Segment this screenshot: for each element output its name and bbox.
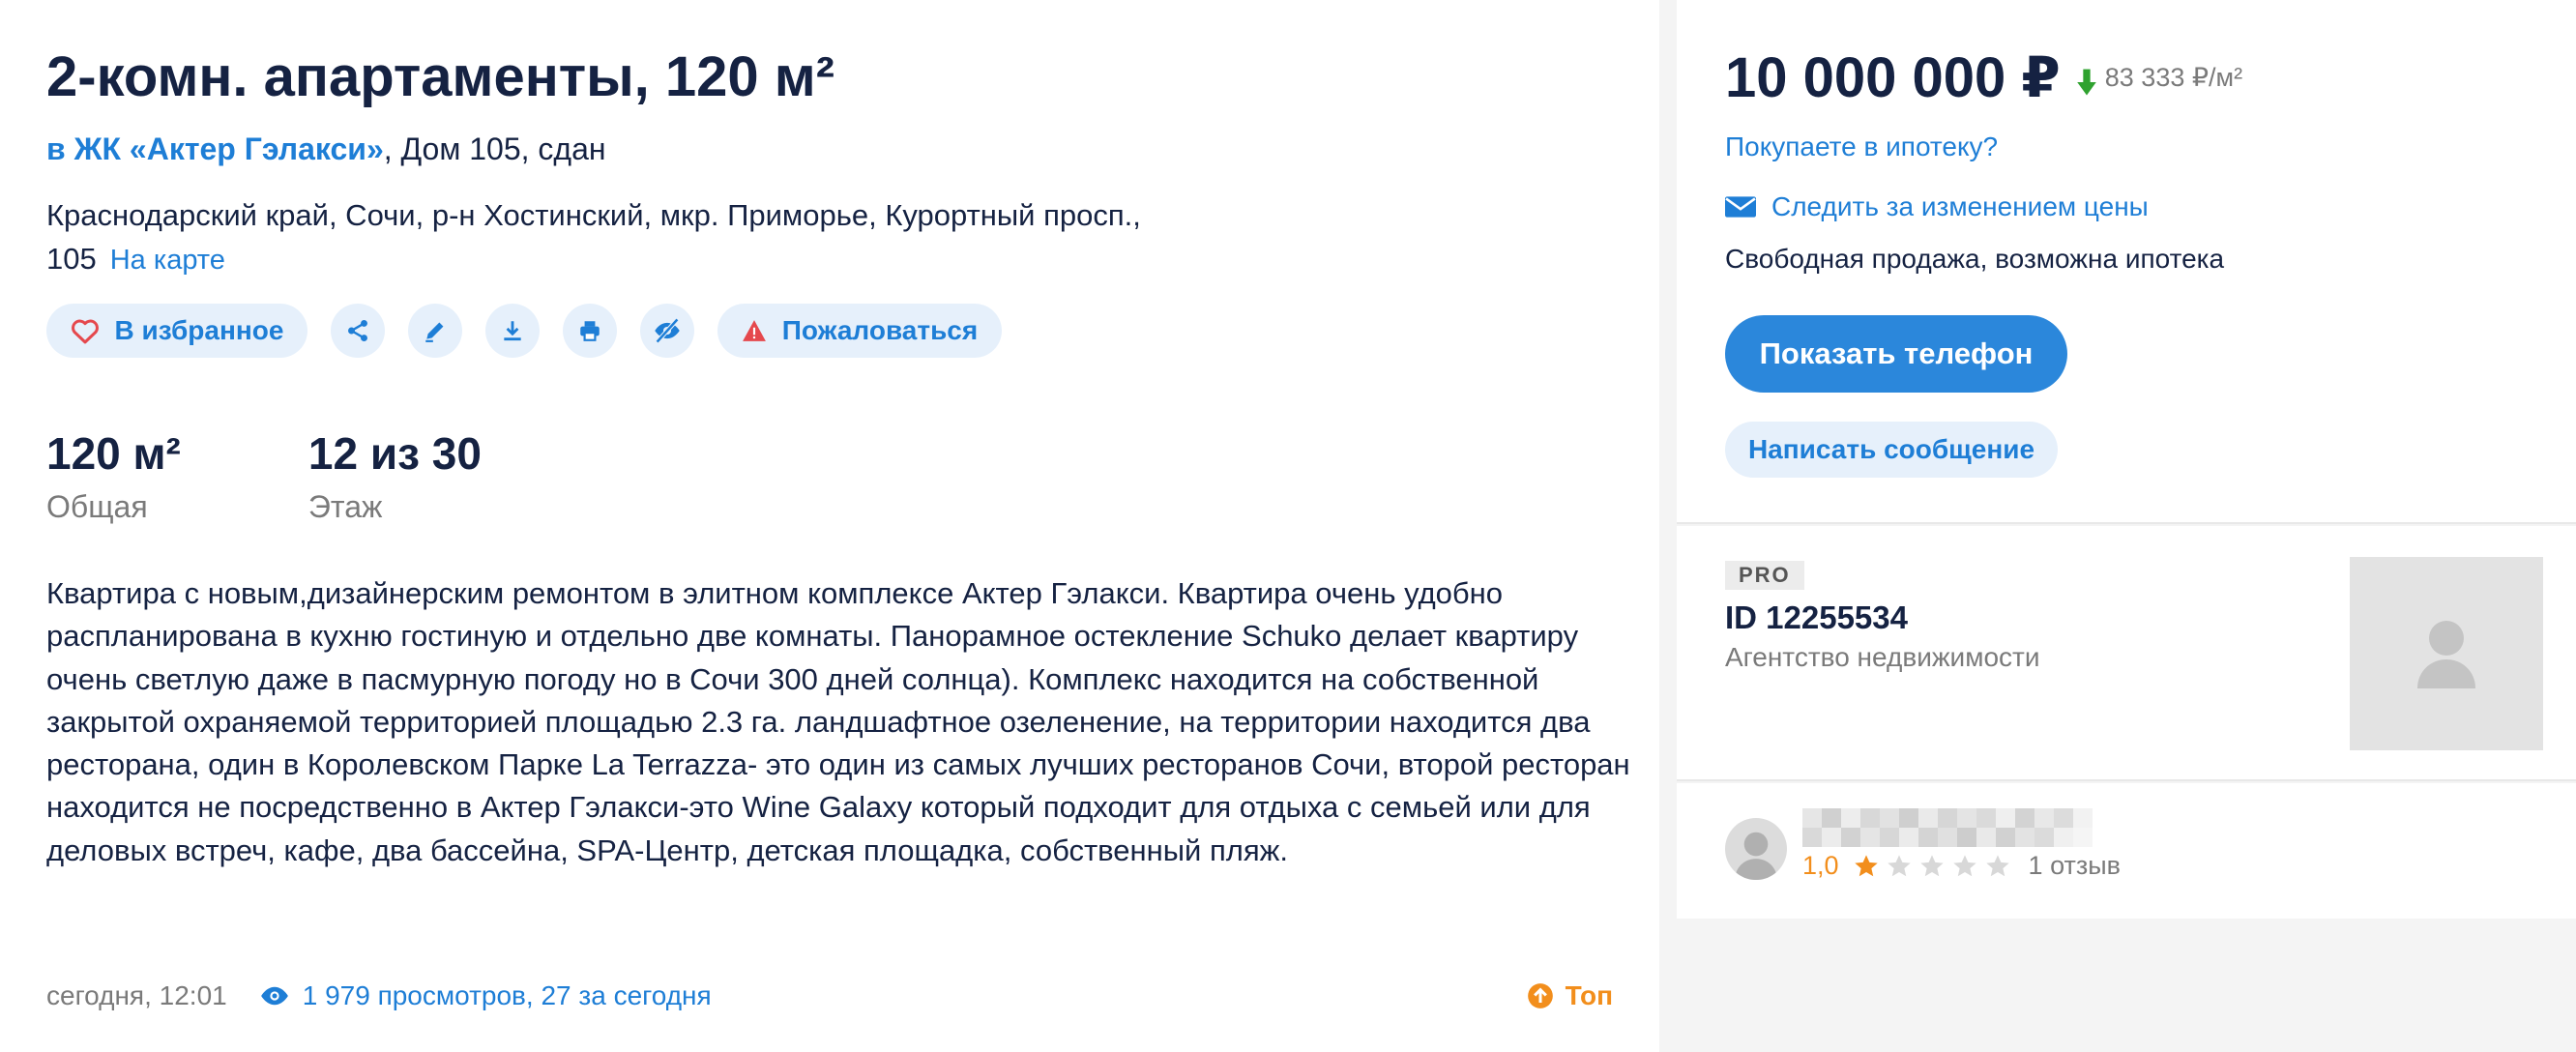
- reviewer-avatar: [1725, 818, 1787, 880]
- print-icon: [577, 318, 602, 343]
- download-icon: [500, 318, 525, 343]
- listing-page: 2-комн. апартаменты, 120 м² в ЖК «Актер …: [0, 0, 2576, 1052]
- price: 10 000 000 ₽ 83 333 ₽/м²: [1725, 44, 2242, 110]
- arrow-up-circle-icon: [1527, 983, 1553, 1008]
- share-icon: [345, 318, 370, 343]
- heart-icon: [71, 317, 100, 344]
- listing-main: 2-комн. апартаменты, 120 м² в ЖК «Актер …: [0, 0, 1659, 1052]
- complex-link[interactable]: в ЖК «Актер Гэлакси»: [46, 132, 384, 166]
- mortgage-link[interactable]: Покупаете в ипотеку?: [1725, 132, 1998, 162]
- price-down-icon: [2076, 45, 2097, 110]
- reviewer-name-blurred: [1802, 808, 2093, 847]
- favorite-label: В избранное: [114, 315, 284, 345]
- agent-id[interactable]: ID 12255534: [1725, 599, 1908, 636]
- stat-area-value: 120 м²: [46, 428, 181, 479]
- follow-price-label: Следить за изменением цены: [1771, 191, 2149, 221]
- listing-title: 2-комн. апартаменты, 120 м²: [46, 45, 835, 108]
- follow-price-link[interactable]: Следить за изменением цены: [1725, 191, 2149, 222]
- user-placeholder-icon: [2417, 621, 2475, 688]
- agent-photo[interactable]: [2350, 557, 2543, 750]
- star-empty-icon: [1919, 854, 1944, 876]
- complex-line: в ЖК «Актер Гэлакси», Дом 105, сдан: [46, 132, 606, 167]
- star-empty-icon: [1985, 854, 2009, 876]
- top-label: Топ: [1565, 980, 1613, 1010]
- report-label: Пожаловаться: [781, 315, 979, 345]
- report-button[interactable]: Пожаловаться: [717, 304, 1002, 358]
- rating-score: 1,0: [1802, 851, 1839, 880]
- mail-icon: [1725, 196, 1756, 218]
- review-card: 1,0 1 отзыв: [1677, 783, 2576, 919]
- review-count[interactable]: 1 отзыв: [2029, 851, 2121, 881]
- stat-area-label: Общая: [46, 489, 148, 524]
- price-value: 10 000 000 ₽: [1725, 46, 2061, 109]
- edit-button[interactable]: [408, 304, 462, 358]
- price-card: 10 000 000 ₽ 83 333 ₽/м² Покупаете в ипо…: [1677, 0, 2576, 524]
- pro-badge: PRO: [1725, 561, 1804, 590]
- stat-area: 120 м² Общая: [46, 427, 181, 525]
- views-count: 1 979 просмотров, 27 за сегодня: [302, 980, 712, 1010]
- agent-card: PRO ID 12255534 Агентство недвижимости: [1677, 526, 2576, 781]
- views-link[interactable]: 1 979 просмотров, 27 за сегодня: [260, 980, 712, 1011]
- stat-floor: 12 из 30 Этаж: [308, 427, 482, 525]
- agent-type: Агентство недвижимости: [1725, 642, 2040, 672]
- eye-icon: [260, 986, 288, 1006]
- favorite-button[interactable]: В избранное: [46, 304, 307, 358]
- stat-floor-value: 12 из 30: [307, 428, 482, 479]
- hide-button[interactable]: [640, 304, 694, 358]
- listing-footer: сегодня, 12:01 1 979 просмотров, 27 за с…: [46, 977, 1613, 1015]
- rating-stars: [1853, 853, 2017, 880]
- stat-floor-label: Этаж: [307, 489, 383, 524]
- sale-type: Свободная продажа, возможна ипотека: [1725, 244, 2225, 274]
- stats: 120 м² Общая 12 из 30 Этаж: [46, 427, 609, 525]
- address: Краснодарский край, Сочи, р-н Хостинский…: [46, 193, 1226, 282]
- star-empty-icon: [1952, 854, 1976, 876]
- publish-date: сегодня, 12:01: [46, 980, 227, 1010]
- print-button[interactable]: [563, 304, 617, 358]
- download-button[interactable]: [485, 304, 540, 358]
- description: Квартира с новым,дизайнерским ремонтом в…: [46, 576, 1630, 867]
- star-filled-icon: [1854, 854, 1878, 876]
- rating: 1,0 1 отзыв: [1802, 851, 2121, 881]
- price-per-meter: 83 333 ₽/м²: [2104, 62, 2243, 92]
- user-avatar-icon: [1735, 832, 1777, 880]
- top-link[interactable]: Топ: [1527, 977, 1613, 1015]
- write-message-button[interactable]: Написать сообщение: [1725, 422, 2058, 478]
- share-button[interactable]: [331, 304, 385, 358]
- hide-icon: [653, 317, 682, 344]
- map-link[interactable]: На карте: [110, 245, 225, 276]
- edit-icon: [423, 318, 448, 343]
- warning-icon: [742, 319, 767, 342]
- action-bar: В избранное Пожаловаться: [46, 304, 1002, 358]
- complex-info: , Дом 105, сдан: [383, 132, 606, 166]
- show-phone-button[interactable]: Показать телефон: [1725, 315, 2067, 393]
- star-empty-icon: [1887, 854, 1911, 876]
